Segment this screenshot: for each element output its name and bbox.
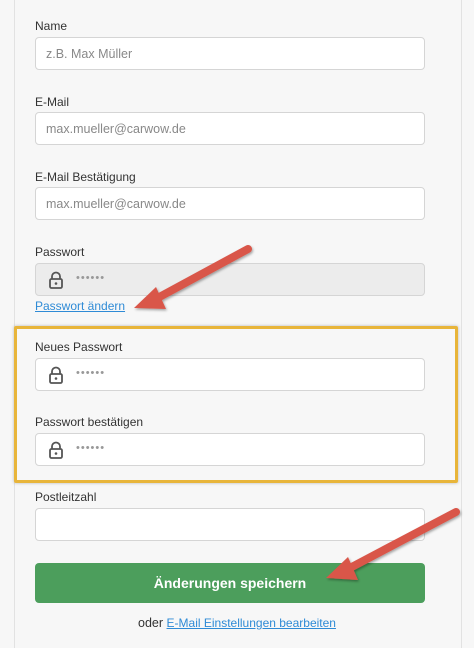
annotation-arrows (134, 245, 460, 580)
arrow-to-save-button (326, 508, 460, 580)
arrow-to-change-password (134, 245, 252, 309)
